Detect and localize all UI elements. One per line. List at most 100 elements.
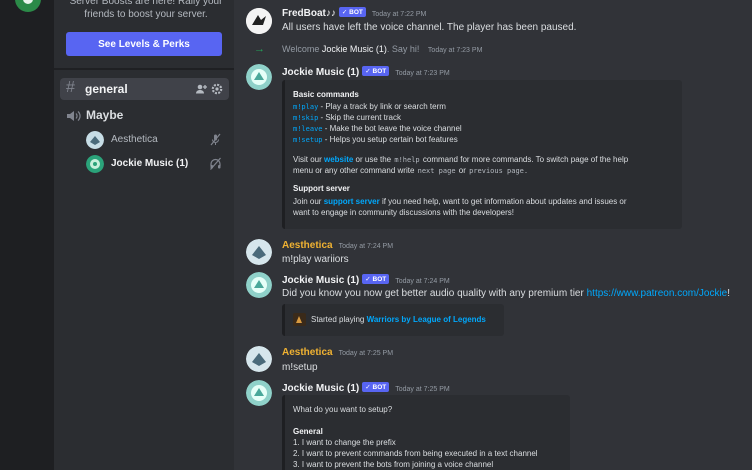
track-link[interactable]: Warriors by League of Legends [367, 315, 486, 324]
message-author: Jockie Music (1) ✓ BOT Today at 7:24 PM [282, 274, 450, 286]
timestamp: Today at 7:24 PM [338, 243, 394, 250]
avatar[interactable] [246, 380, 272, 406]
jockie-avatar-icon [246, 64, 272, 90]
command-line: m!play - Play a track by link or search … [293, 102, 446, 111]
bot-badge: ✓ BOT [362, 66, 390, 76]
timestamp: Today at 7:25 PM [395, 386, 450, 393]
sidebar-divider [54, 68, 234, 70]
setup-option: 3. I want to prevent the bots from joini… [293, 460, 494, 469]
channel-sidebar: Server Boosts are here! Rally your frien… [54, 0, 234, 470]
see-levels-perks-button[interactable]: See Levels & Perks [66, 32, 222, 56]
timestamp: Today at 7:23 PM [395, 70, 450, 77]
text: ! [727, 288, 731, 299]
setup-question: What do you want to setup? [293, 405, 393, 414]
patreon-link[interactable]: https://www.patreon.com/Jockie [587, 288, 728, 299]
author-name[interactable]: Aesthetica [282, 347, 333, 358]
avatar [86, 131, 104, 149]
embed-heading: General [293, 427, 323, 436]
command-desc: - Play a track by link or search term [318, 102, 446, 111]
voice-channel-name: Maybe [86, 108, 124, 122]
aesthetica-avatar-icon [246, 239, 272, 265]
author-name[interactable]: Jockie Music (1) [282, 275, 359, 286]
support-line: Join our support server if you need help… [293, 197, 627, 206]
text: or use the [353, 155, 394, 164]
join-prefix: Welcome [282, 44, 320, 54]
command-desc: - Make the bot leave the voice channel [322, 124, 462, 133]
channel-general[interactable]: # general [60, 78, 229, 100]
avatar[interactable] [246, 8, 272, 34]
command-desc: - Skip the current track [318, 113, 401, 122]
message-text: m!setup [282, 362, 318, 373]
author-name[interactable]: Jockie Music (1) [282, 67, 359, 78]
message-text: Did you know you now get better audio qu… [282, 288, 730, 299]
message-author: Aesthetica Today at 7:25 PM [282, 347, 393, 358]
speaker-icon [67, 111, 81, 121]
author-name[interactable]: Aesthetica [282, 240, 333, 251]
server-icon[interactable] [15, 0, 41, 12]
deafened-headphones-icon [210, 157, 221, 170]
now-playing-text: Started playing Warriors by League of Le… [311, 315, 486, 324]
gear-icon[interactable] [210, 82, 224, 96]
voice-user-name: Jockie Music (1) [111, 158, 189, 169]
muted-mic-icon [210, 133, 221, 146]
aesthetica-avatar-icon [246, 346, 272, 372]
boost-text-line1: Server Boosts are here! Rally your [69, 0, 223, 7]
text: Join our [293, 197, 324, 206]
embed-heading: Basic commands [293, 90, 359, 99]
avatar[interactable] [246, 272, 272, 298]
jockie-avatar-icon [246, 380, 272, 406]
chat-area: FredBoat♪♪ ✓ BOT Today at 7:22 PM All user… [234, 0, 752, 470]
author-name[interactable]: Jockie Music (1) [282, 383, 359, 394]
text: Did you know you now get better audio qu… [282, 288, 587, 299]
jockie-avatar-icon [246, 272, 272, 298]
text: command for more commands. To switch pag… [420, 155, 629, 164]
bot-badge: ✓ BOT [338, 7, 366, 17]
bot-badge: ✓ BOT [362, 274, 390, 284]
avatar [86, 155, 104, 173]
message-author: FredBoat♪♪ ✓ BOT Today at 7:22 PM [282, 7, 426, 19]
message-text: All users have left the voice channel. T… [282, 22, 577, 33]
avatar[interactable] [246, 64, 272, 90]
fredboat-avatar-icon [246, 8, 272, 34]
create-invite-icon[interactable] [194, 82, 208, 96]
join-user[interactable]: Jockie Music (1) [322, 44, 387, 54]
command-line: m!setup - Helps you setup certain bot fe… [293, 135, 458, 144]
timestamp: Today at 7:25 PM [338, 350, 394, 357]
author-name[interactable]: FredBoat♪♪ [282, 8, 336, 19]
bot-badge: ✓ BOT [362, 382, 390, 392]
message-text: m!play wariiors [282, 254, 349, 265]
command-code: m!setup [293, 136, 323, 144]
voice-user-name: Aesthetica [111, 134, 158, 145]
timestamp: Today at 7:23 PM [427, 47, 483, 54]
boost-promo: Server Boosts are here! Rally your frien… [54, 0, 234, 68]
voice-user-aesthetica[interactable]: Aesthetica [86, 129, 226, 151]
voice-user-jockie[interactable]: Jockie Music (1) [86, 153, 226, 175]
embed-heading: Support server [293, 184, 350, 193]
text: menu or any other command write [293, 166, 417, 175]
now-playing-embed: Started playing Warriors by League of Le… [282, 304, 504, 336]
join-message: Welcome Jockie Music (1). Say hi! Today … [282, 44, 482, 54]
command-code: m!leave [293, 125, 323, 133]
setup-option: 1. I want to change the prefix [293, 438, 396, 447]
avatar[interactable] [246, 346, 272, 372]
server-rail [0, 0, 54, 470]
command-code: m!skip [293, 114, 319, 122]
message-author: Jockie Music (1) ✓ BOT Today at 7:25 PM [282, 382, 450, 394]
command-code: m!play [293, 103, 319, 111]
message-author: Jockie Music (1) ✓ BOT Today at 7:23 PM [282, 66, 450, 78]
website-link[interactable]: website [324, 155, 353, 164]
text: . [524, 166, 528, 175]
join-arrow-icon: → [254, 43, 265, 55]
text: if you need help, want to get informatio… [379, 197, 627, 206]
avatar[interactable] [246, 239, 272, 265]
command-desc: - Helps you setup certain bot features [322, 135, 458, 144]
join-suffix: . Say hi! [386, 44, 420, 54]
setup-option: 2. I want to prevent commands from being… [293, 449, 538, 458]
command-line: m!skip - Skip the current track [293, 113, 401, 122]
timestamp: Today at 7:22 PM [371, 11, 427, 18]
discord-logo-icon [23, 0, 33, 4]
text: Visit our [293, 155, 324, 164]
support-server-link[interactable]: support server [324, 197, 380, 206]
boost-text: Server Boosts are here! Rally your frien… [66, 0, 226, 21]
voice-channel-maybe[interactable]: Maybe [60, 106, 229, 126]
